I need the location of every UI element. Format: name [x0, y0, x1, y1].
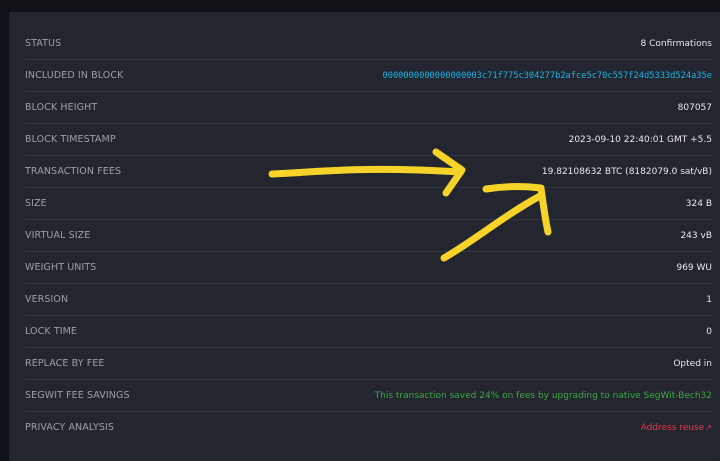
row-privacy-analysis: PRIVACY ANALYSIS Address reuse↗ [25, 411, 712, 443]
status-value: 8 Confirmations [640, 38, 712, 49]
row-replace-by-fee: REPLACE BY FEE Opted in [25, 347, 712, 379]
lock-time-value: 0 [706, 326, 712, 337]
privacy-analysis-label: PRIVACY ANALYSIS [25, 422, 115, 433]
row-block-timestamp: BLOCK TIMESTAMP 2023-09-10 22:40:01 GMT … [25, 123, 712, 155]
row-virtual-size: VIRTUAL SIZE 243 vB [25, 219, 712, 251]
block-hash-link[interactable]: 0000000000000000003c71f775c304277b2afce5… [382, 71, 712, 81]
lock-time-label: LOCK TIME [25, 326, 78, 337]
block-timestamp-label: BLOCK TIMESTAMP [25, 134, 116, 145]
replace-by-fee-value: Opted in [673, 358, 712, 369]
included-in-block-label: INCLUDED IN BLOCK [25, 70, 124, 81]
segwit-fee-savings-value: This transaction saved 24% on fees by up… [374, 390, 712, 401]
block-timestamp-value: 2023-09-10 22:40:01 GMT +5.5 [568, 134, 712, 145]
block-height-value: 807057 [677, 102, 712, 113]
row-size: SIZE 324 B [25, 187, 712, 219]
row-weight-units: WEIGHT UNITS 969 WU [25, 251, 712, 283]
segwit-fee-savings-label: SEGWIT FEE SAVINGS [25, 390, 130, 401]
size-label: SIZE [25, 198, 47, 209]
external-link-icon: ↗ [705, 422, 712, 432]
transaction-fees-label: TRANSACTION FEES [25, 166, 122, 177]
row-block-height: BLOCK HEIGHT 807057 [25, 91, 712, 123]
block-height-label: BLOCK HEIGHT [25, 102, 98, 113]
weight-units-label: WEIGHT UNITS [25, 262, 97, 273]
transaction-fees-value: 19.82108632 BTC (8182079.0 sat/vB) [541, 166, 712, 177]
status-label: STATUS [25, 38, 62, 49]
row-segwit-fee-savings: SEGWIT FEE SAVINGS This transaction save… [25, 379, 712, 411]
version-label: VERSION [25, 294, 69, 305]
transaction-details-table: STATUS 8 Confirmations INCLUDED IN BLOCK… [25, 28, 712, 443]
row-transaction-fees: TRANSACTION FEES 19.82108632 BTC (818207… [25, 155, 712, 187]
privacy-analysis-value: Address reuse [640, 422, 705, 433]
version-value: 1 [706, 294, 712, 305]
privacy-analysis-link[interactable]: Address reuse↗ [641, 423, 712, 433]
size-value: 324 B [685, 198, 712, 209]
virtual-size-label: VIRTUAL SIZE [25, 230, 91, 241]
row-status: STATUS 8 Confirmations [25, 28, 712, 59]
virtual-size-value: 243 vB [680, 230, 712, 241]
row-version: VERSION 1 [25, 283, 712, 315]
row-lock-time: LOCK TIME 0 [25, 315, 712, 347]
row-included-in-block: INCLUDED IN BLOCK 0000000000000000003c71… [25, 59, 712, 91]
weight-units-value: 969 WU [676, 262, 712, 273]
replace-by-fee-label: REPLACE BY FEE [25, 358, 105, 369]
transaction-details-panel: STATUS 8 Confirmations INCLUDED IN BLOCK… [9, 12, 720, 461]
